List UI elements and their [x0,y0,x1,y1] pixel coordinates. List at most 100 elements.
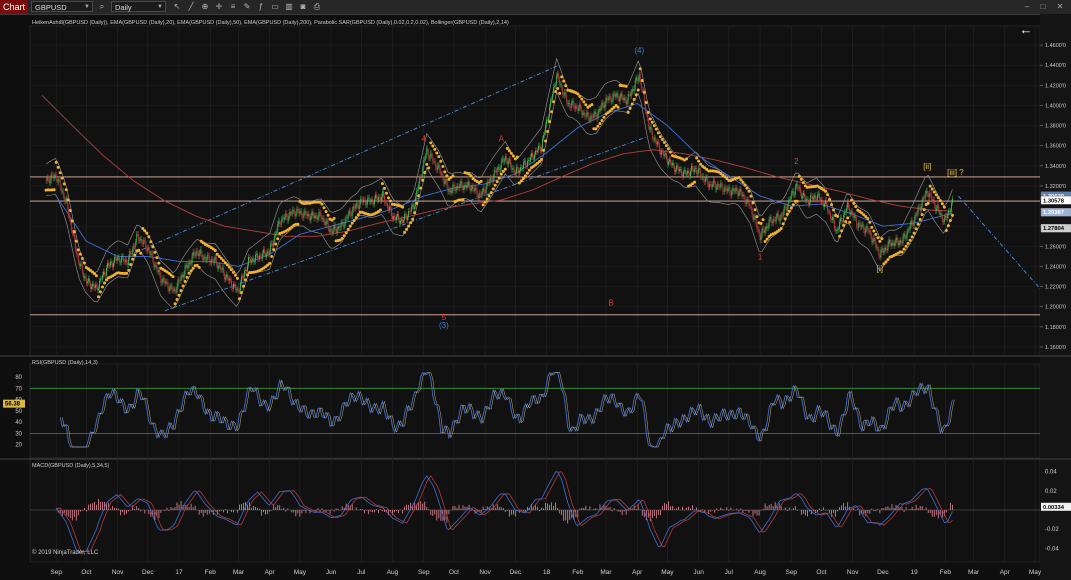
candle-body [760,235,762,241]
minimize-icon[interactable]: – [1020,1,1034,12]
rsi-panel-frame [29,363,1041,461]
candle-body [526,165,527,167]
candle-body [390,206,391,209]
candle-body [713,180,715,184]
candle-body [886,249,888,251]
candle-body [524,160,525,162]
candle-body [383,191,384,196]
candle-body [552,94,554,100]
candle-body [622,97,624,100]
candle-body [246,269,247,272]
camera-icon[interactable]: ◙ [298,2,308,12]
pointer-icon[interactable]: ↖ [172,2,182,12]
candle-body [711,184,713,188]
candle-body [331,230,333,234]
candle-body [852,211,854,216]
candle-body [700,170,702,177]
print-icon[interactable]: ⎙ [312,2,322,12]
instrument-selector[interactable]: GBPUSD ▼ [31,1,93,12]
candle-body [315,215,317,217]
strategy-icon[interactable]: ✎ [242,2,252,12]
parabolic-sar-dot [658,135,662,139]
draw-line-icon[interactable]: ╱ [186,2,196,12]
back-arrow-icon[interactable]: ← [1020,22,1033,37]
candle-body [301,211,303,217]
chevron-down-icon: ▼ [84,4,90,10]
candle-body [927,194,929,198]
candle-body [635,77,637,81]
candle-body [806,198,808,200]
parabolic-sar-dot [791,203,795,207]
candle-body [431,153,433,156]
search-icon[interactable]: ⌕ [97,2,107,12]
candle-body [111,261,112,264]
candle-body [547,119,548,121]
candle-body [142,242,144,245]
candle-body [749,205,751,207]
candle-body [592,116,594,118]
candle-body [696,168,698,174]
chart-tab[interactable]: Chart [0,0,28,14]
candle-body [337,226,339,230]
properties-icon[interactable]: ≡ [228,2,238,12]
candle-body [499,168,501,171]
candle-body [903,233,905,236]
crosshair-icon[interactable]: ✛ [214,2,224,12]
candle-body [476,189,478,197]
candle-body [402,219,403,223]
candle-body [160,274,162,284]
candle-body [946,215,948,219]
candle-body [339,227,341,229]
parabolic-sar-dot [616,105,620,109]
candle-body [332,229,334,234]
candle-body [594,111,596,114]
close-icon[interactable]: ✕ [1053,1,1067,12]
period-selector[interactable]: Daily ▼ [111,1,166,12]
zoom-icon[interactable]: ⊕ [200,2,210,12]
candle-body [564,91,566,96]
candle-body [909,225,911,231]
toggle-panel-icon[interactable]: ▭ [270,2,280,12]
price-y-tick-label: 1.2600'0 [1045,244,1066,250]
candle-body [171,285,173,291]
candle-body [824,203,825,207]
candle-body [429,157,431,159]
candle-body [809,201,810,205]
candle-body [861,225,863,228]
maximize-icon[interactable]: □ [1036,1,1050,12]
parabolic-sar-dot [493,183,497,187]
candle-body [92,283,93,287]
parabolic-sar-dot [427,166,431,170]
candle-body [95,284,96,288]
wave-label: 1 [758,252,763,261]
candle-body [434,161,436,162]
candle-body [257,253,258,259]
candle-body [740,188,742,193]
parabolic-sar-dot [177,293,181,297]
candle-body [577,107,579,111]
indicators-icon[interactable]: ƒ [256,2,266,12]
parabolic-sar-dot [78,252,82,256]
candle-body [513,169,515,175]
candle-body [308,213,310,217]
candle-body [303,212,305,218]
candle-body [735,187,737,191]
candle-body [164,280,166,284]
candle-body [511,168,513,170]
candle-body [541,148,542,152]
candle-body [239,290,240,292]
chart-style-icon[interactable]: ▥ [284,2,294,12]
candle-body [436,167,438,171]
candle-body [811,195,812,197]
candle-body [911,220,913,224]
candle-body [777,213,779,218]
candle-body [937,205,939,211]
rsi-panel-label: RSI(GBPUSD (Daily),14,3) [32,360,98,366]
chart-canvas[interactable]: Sep Oct Nov Dec 17 Feb Mar Apr May Jun Jul Aug Sep Oc… [0,14,1071,580]
parabolic-sar-dot [179,289,183,293]
candle-body [123,256,125,262]
candle-body [216,264,218,269]
x-tick-label: Aug [387,569,399,576]
price-y-tick-label: 1.2200'0 [1045,285,1066,291]
wave-label: 4 [422,134,427,143]
